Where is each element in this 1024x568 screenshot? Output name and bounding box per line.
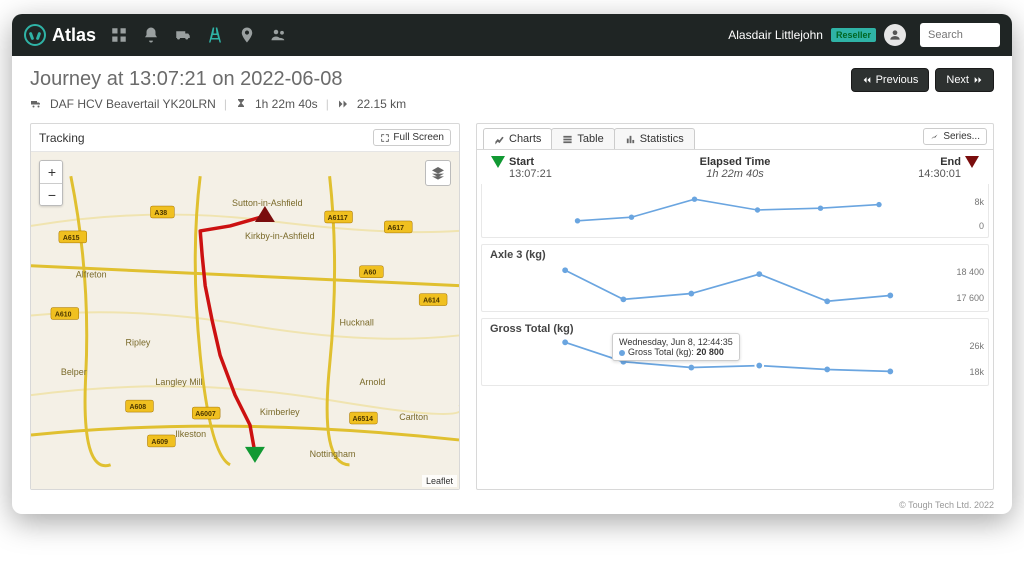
vehicle-label: DAF HCV Beavertail YK20LRN xyxy=(50,97,216,111)
rewind-icon xyxy=(862,75,872,85)
svg-text:Kimberley: Kimberley xyxy=(260,407,300,417)
series-button[interactable]: Series... xyxy=(923,128,987,145)
elapsed-label: Elapsed Time xyxy=(552,156,918,168)
svg-text:Arnold: Arnold xyxy=(359,377,385,387)
table-icon xyxy=(562,134,573,145)
start-time-value: 13:07:21 xyxy=(509,168,552,180)
end-triangle-icon xyxy=(965,156,979,168)
truck-icon xyxy=(30,98,42,110)
map-canvas[interactable]: Alfreton Ripley Belper Langley Mill Huck… xyxy=(31,152,459,489)
end-marker xyxy=(255,206,275,222)
svg-text:A614: A614 xyxy=(423,298,440,305)
svg-text:A6514: A6514 xyxy=(352,416,373,423)
zoom-control: + − xyxy=(39,160,63,206)
chart-axle2[interactable]: 8k 0 xyxy=(481,184,989,238)
svg-text:A610: A610 xyxy=(55,312,72,319)
app-logo[interactable]: Atlas xyxy=(24,24,96,46)
chart-gross-total[interactable]: Gross Total (kg) 26k 18k Wednesday, Jun … xyxy=(481,318,989,386)
svg-text:A38: A38 xyxy=(154,210,167,217)
svg-text:A609: A609 xyxy=(151,439,168,446)
bell-icon[interactable] xyxy=(142,26,160,44)
svg-text:A615: A615 xyxy=(63,235,80,242)
previous-button[interactable]: Previous xyxy=(851,68,930,92)
svg-text:Alfreton: Alfreton xyxy=(76,270,107,280)
svg-text:Carlton: Carlton xyxy=(399,412,428,422)
tracking-title: Tracking xyxy=(39,131,85,145)
dashboard-icon[interactable] xyxy=(110,26,128,44)
road-icon[interactable] xyxy=(206,26,224,44)
end-label: End xyxy=(918,156,961,168)
user-avatar[interactable] xyxy=(884,24,906,46)
series-icon xyxy=(930,132,940,142)
chart-icon xyxy=(494,134,505,145)
svg-text:Hucknall: Hucknall xyxy=(340,317,374,327)
tab-table[interactable]: Table xyxy=(551,128,614,149)
next-button[interactable]: Next xyxy=(935,68,994,92)
forward-icon xyxy=(973,75,983,85)
svg-text:A6117: A6117 xyxy=(328,215,348,222)
app-name: Atlas xyxy=(52,25,96,46)
zoom-in-button[interactable]: + xyxy=(40,161,63,183)
fast-forward-icon xyxy=(337,98,349,110)
full-screen-button[interactable]: Full Screen xyxy=(373,129,451,146)
distance-label: 22.15 km xyxy=(357,97,406,111)
duration-label: 1h 22m 40s xyxy=(255,97,318,111)
role-badge: Reseller xyxy=(831,28,876,42)
page-title: Journey at 13:07:21 on 2022-06-08 xyxy=(30,68,406,91)
start-marker xyxy=(245,447,265,463)
svg-text:Sutton-in-Ashfield: Sutton-in-Ashfield xyxy=(232,198,303,208)
tab-charts[interactable]: Charts xyxy=(483,128,552,149)
chart-axle3[interactable]: Axle 3 (kg) 18 400 17 600 xyxy=(481,244,989,312)
journey-meta: DAF HCV Beavertail YK20LRN | 1h 22m 40s … xyxy=(30,97,406,111)
layers-button[interactable] xyxy=(425,160,451,186)
footer-text: © Tough Tech Ltd. 2022 xyxy=(12,496,1012,514)
charts-panel: Charts Table Statistics Series... Start … xyxy=(476,123,994,490)
svg-text:A617: A617 xyxy=(387,225,404,232)
location-icon[interactable] xyxy=(238,26,256,44)
svg-text:A6007: A6007 xyxy=(195,411,216,418)
zoom-out-button[interactable]: − xyxy=(40,183,63,205)
chart-tooltip: Wednesday, Jun 8, 12:44:35 Gross Total (… xyxy=(612,333,740,361)
tab-statistics[interactable]: Statistics xyxy=(614,128,695,149)
svg-text:Ilkeston: Ilkeston xyxy=(175,429,206,439)
svg-text:Langley Mill: Langley Mill xyxy=(155,377,202,387)
elapsed-value: 1h 22m 40s xyxy=(552,168,918,180)
start-triangle-icon xyxy=(491,156,505,168)
end-time-value: 14:30:01 xyxy=(918,168,961,180)
search-input[interactable] xyxy=(920,23,1000,47)
tracking-panel: Tracking Full Screen xyxy=(30,123,460,490)
svg-text:Ripley: Ripley xyxy=(126,337,151,347)
map-attribution: Leaflet xyxy=(422,475,457,487)
svg-text:A608: A608 xyxy=(130,404,147,411)
vehicle-icon[interactable] xyxy=(174,26,192,44)
hourglass-icon xyxy=(235,98,247,110)
user-name-label: Alasdair Littlejohn xyxy=(728,28,823,42)
svg-text:Nottingham: Nottingham xyxy=(310,449,356,459)
users-icon[interactable] xyxy=(270,26,288,44)
logo-icon xyxy=(24,24,46,46)
svg-text:Kirkby-in-Ashfield: Kirkby-in-Ashfield xyxy=(245,231,315,241)
stats-icon xyxy=(625,134,636,145)
start-label: Start xyxy=(509,156,552,168)
svg-text:A60: A60 xyxy=(363,270,376,277)
svg-text:Belper: Belper xyxy=(61,367,87,377)
expand-icon xyxy=(380,133,390,143)
